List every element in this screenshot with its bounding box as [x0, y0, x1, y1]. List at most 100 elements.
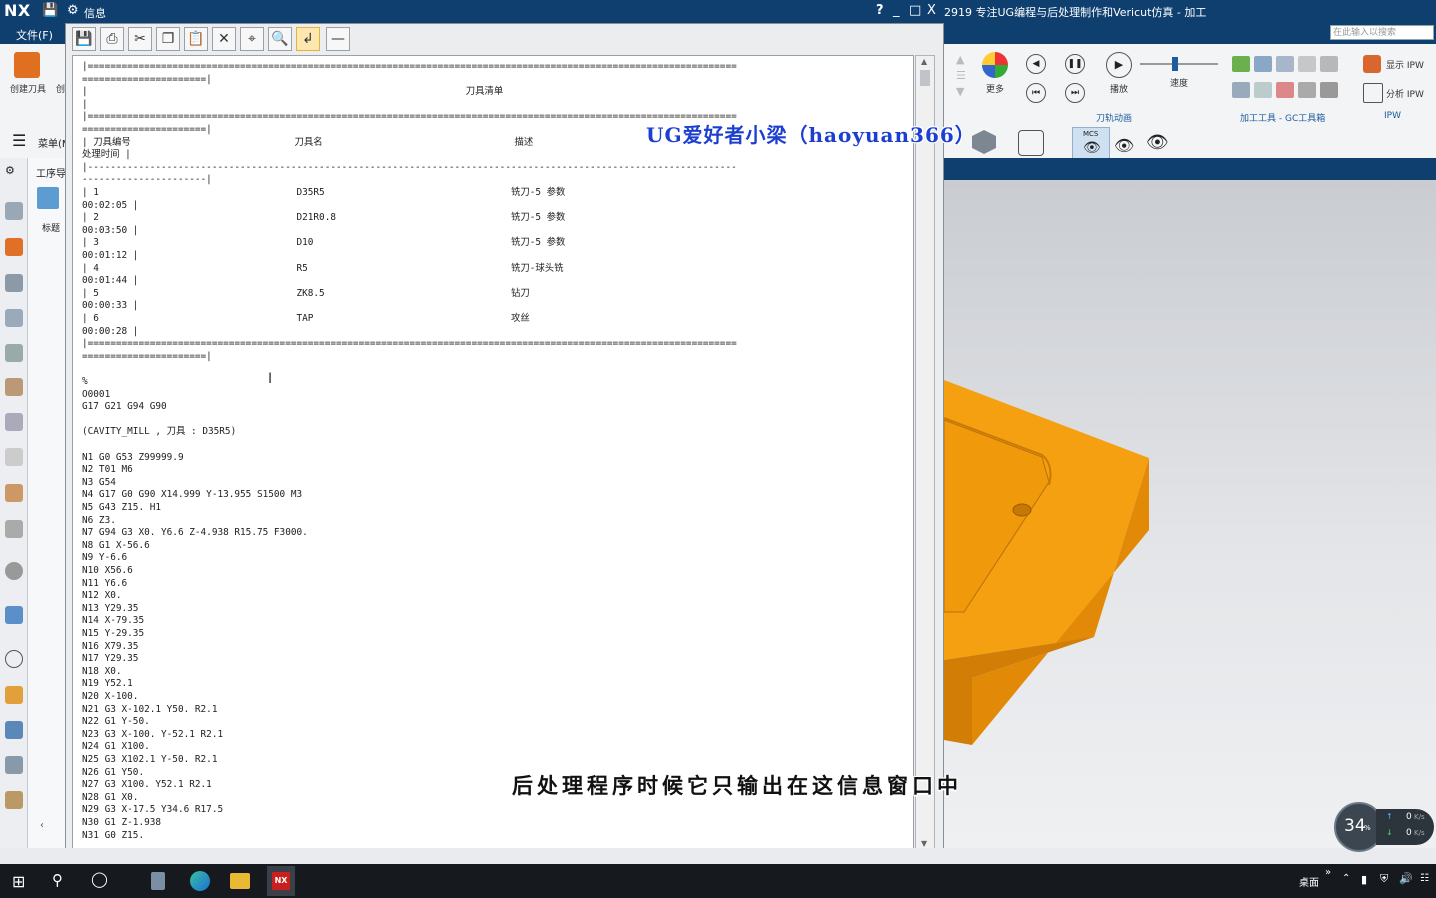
more-icon[interactable] [982, 52, 1008, 78]
tray-volume-icon[interactable]: 🔊 [1399, 872, 1413, 885]
view-style-icon[interactable] [1018, 130, 1044, 156]
search-icon[interactable]: ⚲ [52, 871, 63, 889]
play-icon[interactable]: ▶ [1106, 52, 1132, 78]
web-browser-icon[interactable] [5, 448, 23, 466]
cut-icon[interactable]: ✂ [128, 27, 152, 51]
shop-doc-icon[interactable] [1232, 82, 1250, 98]
edge-browser-icon[interactable] [190, 871, 210, 891]
info-vertical-scrollbar[interactable]: ▲ ▼ [915, 55, 935, 852]
info-line: | 2 D21R0.8 铣刀-5 参数 [82, 212, 566, 224]
eye-hide-icon[interactable]: 👁 [1146, 132, 1169, 153]
copy-icon[interactable]: ❐ [156, 27, 180, 51]
select-icon[interactable]: ⌖ [240, 27, 264, 51]
info-line: ======================| [82, 73, 212, 85]
info-line: N21 G3 X-102.1 Y50. R2.1 [82, 703, 218, 715]
tool-list-icon[interactable] [1254, 56, 1272, 72]
program-order-view-icon[interactable] [37, 187, 59, 209]
output-icon[interactable] [1298, 82, 1316, 98]
graphics-window[interactable] [943, 180, 1436, 848]
file-explorer-icon[interactable] [230, 873, 250, 889]
toolbar-more[interactable]: » [1325, 867, 1331, 878]
hamburger-icon[interactable]: ☰ [12, 131, 26, 150]
operation-icon[interactable] [1276, 82, 1294, 98]
eye-show-icon[interactable]: 👁 [1114, 136, 1134, 155]
tray-ime-icon[interactable]: ☷ [1420, 873, 1429, 884]
clock-icon[interactable] [5, 650, 23, 668]
info-text-area[interactable]: |=======================================… [72, 55, 914, 852]
tool-info-icon[interactable] [1320, 56, 1338, 72]
system-scene-icon[interactable] [5, 721, 23, 739]
process-studio-icon[interactable] [5, 520, 23, 538]
info-line: N6 Z3. [82, 514, 116, 526]
roles-icon[interactable] [5, 686, 23, 704]
part-navigator-icon[interactable] [5, 202, 23, 220]
download-value: 0 [1406, 828, 1412, 838]
word-wrap-icon[interactable]: ↲ [296, 27, 320, 51]
rewind-icon[interactable]: ⏮ [1026, 83, 1046, 103]
reuse-library-icon[interactable] [5, 378, 23, 396]
print-icon[interactable]: ⎙ [100, 27, 124, 51]
scroll-left-arrow[interactable]: ‹ [40, 820, 44, 831]
mcs-visibility-button[interactable]: MCS 👁 [1072, 127, 1110, 159]
pause-icon[interactable]: ❚❚ [1065, 54, 1085, 74]
find-icon[interactable]: 🔍 [268, 27, 292, 51]
analyze-ipw-label[interactable]: 分析 IPW [1386, 87, 1424, 100]
history-icon[interactable] [5, 484, 23, 502]
machine-tool-icon[interactable] [5, 344, 23, 362]
gc-toolbox-icons [1232, 56, 1342, 100]
tray-battery-icon[interactable]: ▮ [1361, 873, 1367, 886]
info-line: N23 G3 X-100. Y-52.1 R2.1 [82, 728, 224, 740]
hd3d-icon[interactable] [5, 413, 23, 431]
info-line: N26 G1 Y50. [82, 766, 145, 778]
tools-icon[interactable] [5, 756, 23, 774]
scroll-thumb[interactable] [920, 70, 930, 86]
resource-gear-icon[interactable]: ⚙ [5, 164, 23, 182]
settings-icon[interactable] [1320, 82, 1338, 98]
tool-sheet-icon[interactable] [1276, 56, 1294, 72]
info-line: 处理时间 | [82, 149, 131, 161]
analyze-ipw-icon[interactable] [1363, 83, 1383, 103]
paste-icon[interactable]: 📋 [184, 27, 208, 51]
task-view-icon[interactable]: ◯ [91, 870, 108, 888]
forward-icon[interactable]: ⏭ [1065, 83, 1085, 103]
close-button[interactable]: X [927, 3, 936, 18]
help-button[interactable]: ? [876, 3, 884, 18]
operation-navigator-icon[interactable] [5, 309, 23, 327]
info-line: | 6 TAP 攻丝 [82, 313, 530, 324]
verify-icon[interactable] [1232, 56, 1250, 72]
info-line: 00:00:33 | [82, 300, 139, 312]
speed-slider-handle[interactable] [1172, 57, 1178, 71]
minimize-button[interactable]: _ [893, 3, 900, 18]
desktop-toolbar-label[interactable]: 桌面 [1299, 874, 1319, 889]
collapse-icon[interactable]: — [326, 27, 350, 51]
windows-start-icon[interactable]: ⊞ [12, 872, 25, 891]
show-ipw-icon[interactable] [1363, 55, 1381, 73]
nx-taskbar-button[interactable]: NX [267, 866, 295, 896]
speed-slider-track[interactable] [1140, 63, 1218, 65]
create-tool-icon[interactable] [14, 52, 40, 78]
show-ipw-label[interactable]: 显示 IPW [1386, 58, 1424, 71]
info-resource-icon[interactable] [5, 562, 23, 580]
file-menu[interactable]: 文件(F) [16, 27, 53, 43]
tray-security-icon[interactable]: ⛨ [1380, 872, 1388, 886]
save-icon[interactable]: 💾 [42, 3, 58, 18]
scroll-down-arrow[interactable]: ▼ [921, 839, 927, 848]
tray-expand-icon[interactable]: ⌃ [1342, 873, 1350, 884]
constraint-icon[interactable] [5, 274, 23, 292]
globe-icon[interactable] [5, 606, 23, 624]
report-icon[interactable] [1254, 82, 1272, 98]
nx-logo: NX [4, 1, 31, 20]
info-line: N10 X56.6 [82, 565, 133, 576]
calculator-icon[interactable] [151, 872, 165, 890]
assembly-navigator-icon[interactable] [5, 238, 23, 256]
scroll-up-arrow[interactable]: ▲ [921, 57, 927, 66]
delete-icon[interactable]: ✕ [212, 27, 236, 51]
restore-button[interactable]: □ [909, 3, 921, 18]
save-as-icon[interactable]: 💾 [72, 27, 96, 51]
step-back-icon[interactable]: ◀ [1026, 54, 1046, 74]
command-search-input[interactable]: 在此输入以搜索 [1330, 25, 1434, 40]
machining-icon[interactable] [5, 791, 23, 809]
tool-export-icon[interactable] [1298, 56, 1316, 72]
info-line: N16 X79.35 [82, 640, 139, 652]
title-bar: NX 💾 ⚙ 信息 ? _ □ X 2919 专注UG编程与后处理制作和Veri… [0, 0, 1436, 23]
